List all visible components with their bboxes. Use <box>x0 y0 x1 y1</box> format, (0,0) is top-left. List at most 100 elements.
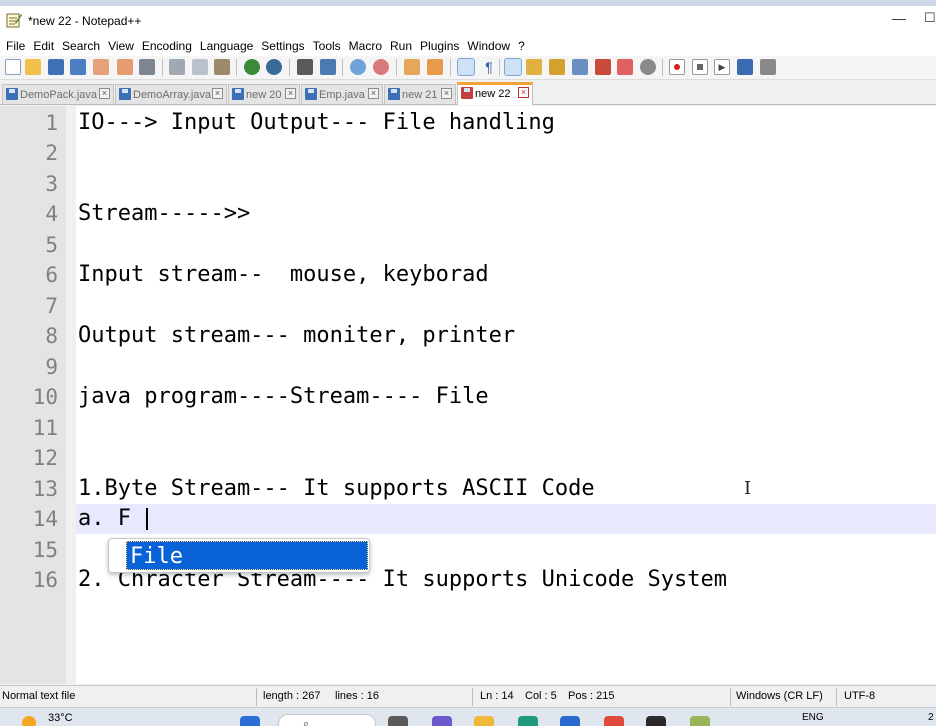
text-editor[interactable]: 1 2 3 4 5 6 7 8 9 10 11 12 13 14 15 16 I… <box>0 106 936 684</box>
copy-icon[interactable] <box>192 59 208 75</box>
line-number: 16 <box>32 568 58 592</box>
redo-icon[interactable] <box>266 59 282 75</box>
taskbar-clock[interactable]: 2 <box>928 712 934 723</box>
status-file-type: Normal text file <box>2 690 76 702</box>
code-line: java program----Stream---- File <box>78 384 489 409</box>
function-list-icon[interactable] <box>572 59 588 75</box>
menu-search[interactable]: Search <box>58 36 104 56</box>
ibeam-cursor-icon: I <box>744 478 752 499</box>
menu-edit[interactable]: Edit <box>29 36 58 56</box>
title-bar: *new 22 - Notepad++ — ☐ <box>0 0 936 36</box>
playback-macro-icon[interactable]: ▶ <box>714 59 730 75</box>
status-divider <box>730 688 731 706</box>
menu-plugins[interactable]: Plugins <box>416 36 463 56</box>
chrome-icon[interactable] <box>604 716 624 726</box>
store-icon[interactable] <box>560 716 580 726</box>
sync-horizontal-scrolling-icon[interactable] <box>427 59 443 75</box>
file-explorer-icon[interactable] <box>474 716 494 726</box>
start-button-icon[interactable] <box>240 716 260 726</box>
menu-macro[interactable]: Macro <box>345 36 386 56</box>
menu-window[interactable]: Window <box>463 36 514 56</box>
close-all-icon[interactable] <box>117 59 133 75</box>
code-line: Stream----->> <box>78 201 251 226</box>
autocomplete-item-selected[interactable]: File <box>126 541 368 570</box>
record-macro-icon[interactable] <box>669 59 685 75</box>
document-map-icon[interactable] <box>549 59 565 75</box>
tab-label: Emp.java <box>319 89 365 101</box>
save-all-icon[interactable] <box>70 59 86 75</box>
line-number: 8 <box>45 324 58 348</box>
weather-temperature[interactable]: 33°C <box>48 712 73 724</box>
user-defined-language-icon[interactable] <box>526 59 542 75</box>
line-number: 12 <box>32 446 58 470</box>
unsaved-file-icon <box>461 87 473 99</box>
monitoring-icon[interactable] <box>617 59 633 75</box>
zoom-in-icon[interactable] <box>350 59 366 75</box>
maximize-button[interactable]: ☐ <box>924 8 936 32</box>
menu-file[interactable]: File <box>2 36 29 56</box>
terminal-icon[interactable] <box>646 716 666 726</box>
tab-new-22[interactable]: new 22 × <box>457 82 533 105</box>
show-all-characters-icon[interactable]: ¶ <box>481 59 497 75</box>
line-number: 9 <box>45 355 58 379</box>
menu-tools[interactable]: Tools <box>309 36 345 56</box>
fold-margin <box>66 106 76 684</box>
tab-close-icon[interactable]: × <box>518 87 529 98</box>
menu-settings[interactable]: Settings <box>257 36 308 56</box>
menu-view[interactable]: View <box>104 36 138 56</box>
run-macro-multiple-icon[interactable] <box>737 59 753 75</box>
tab-demopack-java[interactable]: DemoPack.java × <box>2 84 114 104</box>
stop-recording-icon[interactable] <box>692 59 708 75</box>
new-file-icon[interactable] <box>5 59 21 75</box>
paste-icon[interactable] <box>214 59 230 75</box>
menu-encoding[interactable]: Encoding <box>138 36 196 56</box>
close-icon[interactable] <box>93 59 109 75</box>
menu-help[interactable]: ? <box>514 36 529 56</box>
sync-vertical-scrolling-icon[interactable] <box>404 59 420 75</box>
edge-icon[interactable] <box>518 716 538 726</box>
menu-bar: File Edit Search View Encoding Language … <box>0 36 936 56</box>
task-view-icon[interactable] <box>388 716 408 726</box>
line-number: 15 <box>32 538 58 562</box>
save-icon[interactable] <box>48 59 64 75</box>
weather-sun-icon[interactable] <box>22 716 36 726</box>
tab-close-icon[interactable]: × <box>441 88 452 99</box>
cut-icon[interactable] <box>169 59 185 75</box>
undo-icon[interactable] <box>244 59 260 75</box>
tab-emp-java[interactable]: Emp.java × <box>301 84 383 104</box>
tab-close-icon[interactable]: × <box>99 88 110 99</box>
zoom-out-icon[interactable] <box>373 59 389 75</box>
tab-close-icon[interactable]: × <box>285 88 296 99</box>
code-line: Output stream--- moniter, printer <box>78 323 516 348</box>
window-title: *new 22 - Notepad++ <box>28 14 142 28</box>
find-icon[interactable] <box>297 59 313 75</box>
eye-icon[interactable] <box>640 59 656 75</box>
print-icon[interactable] <box>139 59 155 75</box>
toolbar-separator <box>450 59 451 76</box>
save-macro-icon[interactable] <box>760 59 776 75</box>
status-eol[interactable]: Windows (CR LF) <box>736 690 823 702</box>
saved-file-icon <box>6 88 18 100</box>
minimize-button[interactable]: — <box>888 8 910 32</box>
tab-close-icon[interactable]: × <box>368 88 379 99</box>
word-wrap-icon[interactable] <box>457 58 475 76</box>
tab-label: DemoArray.java <box>133 89 212 101</box>
tab-demoarray-java[interactable]: DemoArray.java × <box>115 84 227 104</box>
tab-close-icon[interactable]: × <box>212 88 223 99</box>
saved-file-icon <box>119 88 131 100</box>
indent-guide-icon[interactable] <box>504 58 522 76</box>
tab-new-21[interactable]: new 21 × <box>384 84 456 104</box>
tab-new-20[interactable]: new 20 × <box>228 84 300 104</box>
input-language[interactable]: ENG <box>802 712 824 723</box>
taskbar-search-box[interactable]: ⌕ <box>278 714 376 726</box>
replace-icon[interactable] <box>320 59 336 75</box>
notepad-plus-plus-taskbar-icon[interactable] <box>690 716 710 726</box>
status-encoding[interactable]: UTF-8 <box>844 690 875 702</box>
line-number: 4 <box>45 202 58 226</box>
folder-as-workspace-icon[interactable] <box>595 59 611 75</box>
notepad-app-icon <box>6 13 22 28</box>
menu-language[interactable]: Language <box>196 36 257 56</box>
menu-run[interactable]: Run <box>386 36 416 56</box>
teams-icon[interactable] <box>432 716 452 726</box>
open-file-icon[interactable] <box>25 59 41 75</box>
